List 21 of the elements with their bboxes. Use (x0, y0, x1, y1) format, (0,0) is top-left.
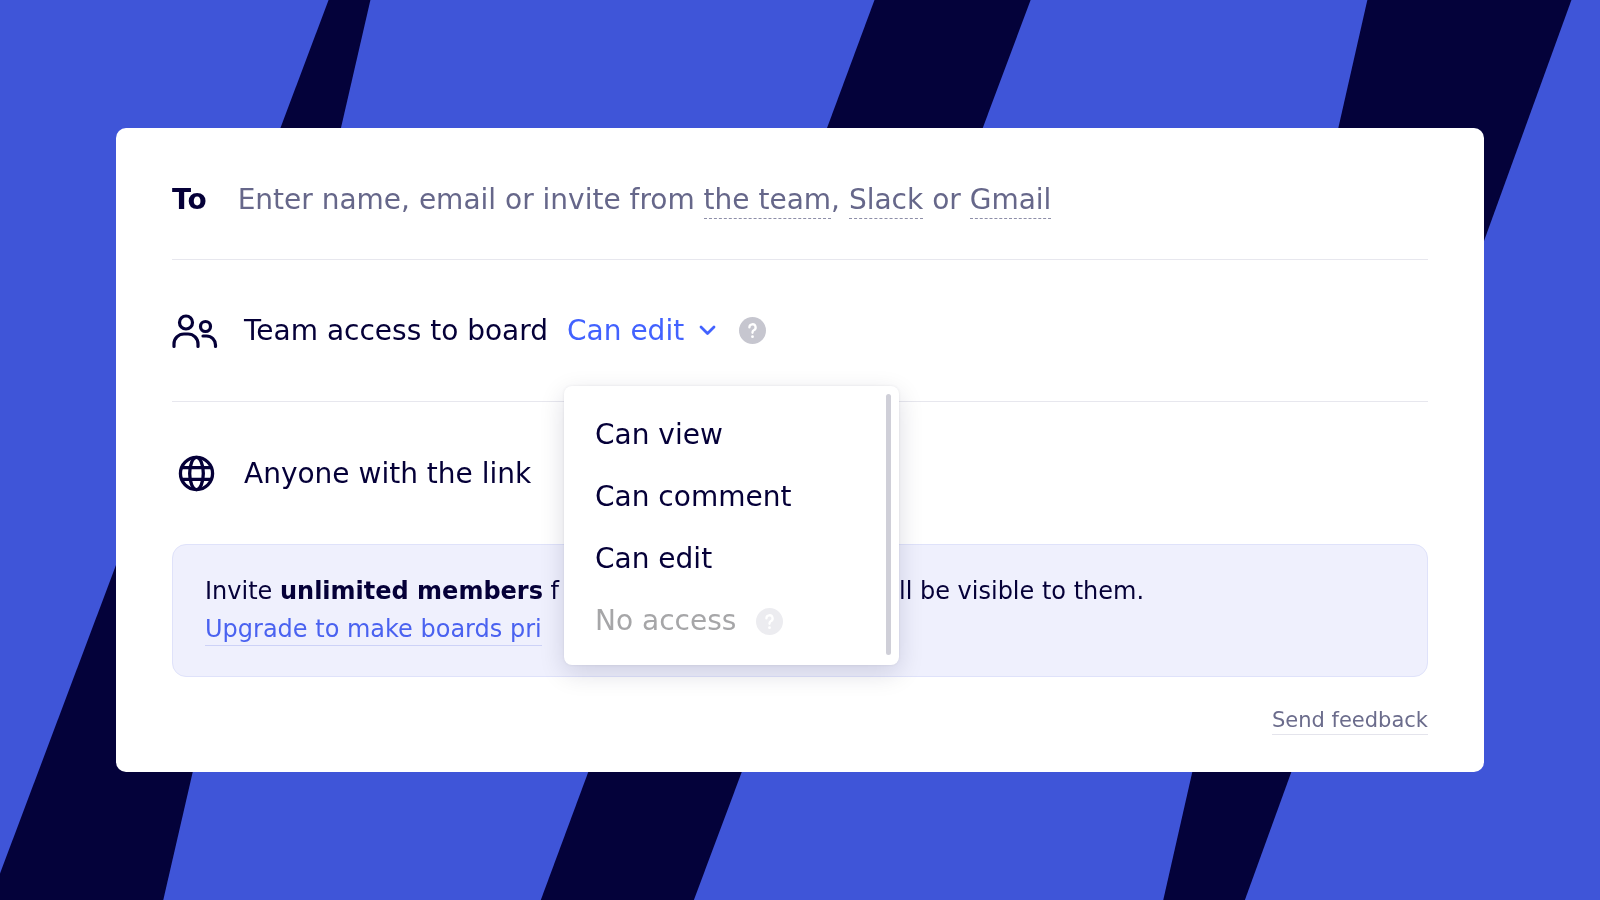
globe-icon (178, 454, 215, 492)
notice-text: Invite unlimited members f (205, 576, 560, 607)
placeholder-text: Enter name, email or invite from the team, Slack or Gmail (237, 183, 1052, 216)
chevron-down-icon (699, 325, 717, 336)
menu-item[interactable]: Can edit (595, 541, 713, 577)
menu-item[interactable]: Can view (595, 417, 723, 453)
notice-text: ll be visible to them. (899, 576, 1145, 607)
team-access-label: Team access to board (244, 314, 549, 347)
source-link[interactable]: the team (703, 183, 832, 219)
people-icon (172, 313, 218, 348)
recipient-input-field[interactable]: Enter name, email or invite from the team, Slack or Gmail (237, 174, 1428, 225)
help-icon[interactable] (739, 317, 767, 344)
source-link[interactable]: Slack (848, 183, 924, 219)
access-dropdown[interactable]: Can edit (567, 314, 717, 347)
upgrade-link[interactable]: Upgrade to make boards pri (205, 613, 542, 646)
send-feedback-link[interactable]: Send feedback (1271, 706, 1428, 735)
source-link[interactable]: Gmail (969, 183, 1052, 219)
scrollbar[interactable] (886, 394, 891, 655)
menu-item[interactable]: Can comment (595, 479, 792, 515)
link-access-label: Anyone with the link (244, 456, 532, 490)
to-label: To (172, 183, 207, 216)
